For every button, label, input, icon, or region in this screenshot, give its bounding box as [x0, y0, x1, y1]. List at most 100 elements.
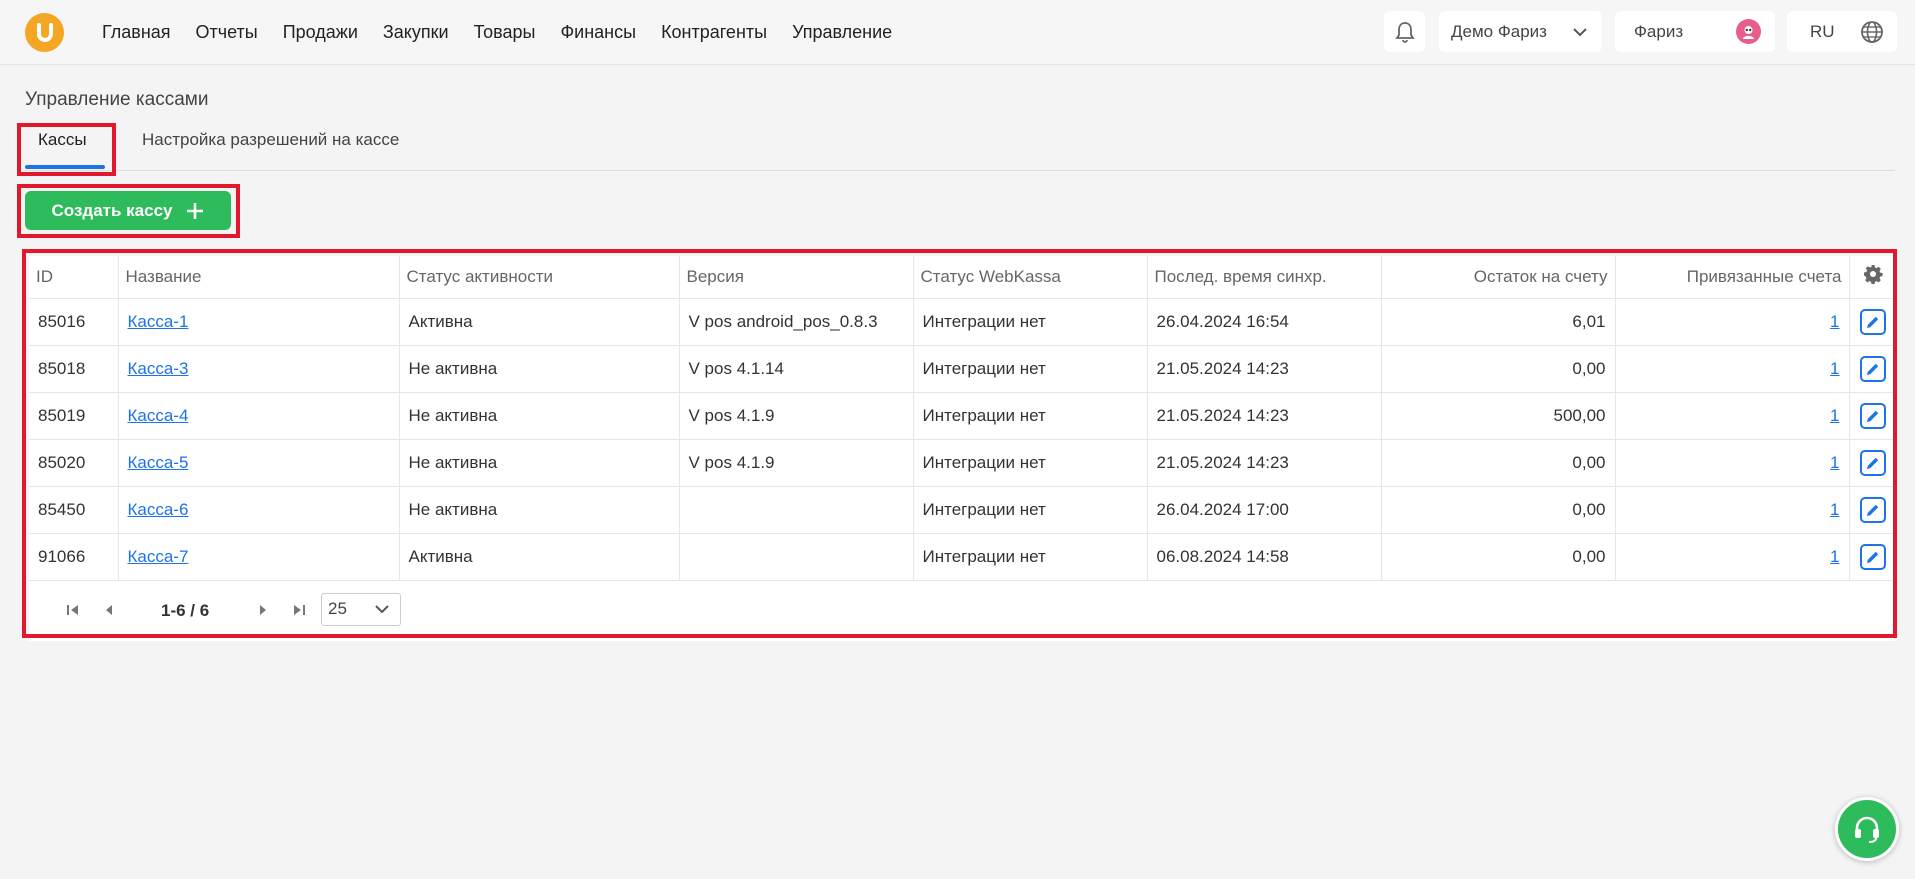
nav-contractors[interactable]: Контрагенты: [661, 22, 767, 43]
create-register-label: Создать кассу: [51, 200, 173, 220]
next-page-icon[interactable]: [257, 603, 269, 622]
nav-home[interactable]: Главная: [102, 22, 171, 43]
edit-button[interactable]: [1860, 543, 1887, 570]
tab-registers[interactable]: Кассы: [38, 130, 87, 150]
main-nav: Главная Отчеты Продажи Закупки Товары Фи…: [102, 0, 917, 65]
register-link[interactable]: Касса-5: [128, 453, 189, 472]
page-size-value: 25: [328, 599, 347, 618]
accounts-link[interactable]: 1: [1830, 547, 1839, 566]
col-header-name[interactable]: Название: [118, 256, 400, 299]
table-row[interactable]: 85018 Касса-3 Не активна V pos 4.1.14 Ин…: [29, 345, 1897, 393]
cell-active: Не активна: [399, 486, 680, 534]
col-header-balance[interactable]: Остаток на счету: [1381, 256, 1616, 299]
col-header-webkassa[interactable]: Статус WebKassa: [913, 256, 1148, 299]
company-selector[interactable]: Демо Фариз: [1439, 11, 1602, 52]
col-header-id[interactable]: ID: [29, 256, 119, 299]
cell-version: V pos 4.1.14: [679, 345, 914, 393]
tab-register-permissions[interactable]: Настройка разрешений на кассе: [142, 130, 399, 150]
accounts-link[interactable]: 1: [1830, 359, 1839, 378]
cell-accounts: 1: [1615, 486, 1850, 534]
accounts-link[interactable]: 1: [1830, 453, 1839, 472]
col-header-version[interactable]: Версия: [679, 256, 914, 299]
cell-accounts: 1: [1615, 392, 1850, 440]
edit-button[interactable]: [1860, 355, 1887, 382]
col-header-accounts[interactable]: Привязанные счета: [1615, 256, 1850, 299]
table-row[interactable]: 91066 Касса-7 Активна Интеграции нет 06.…: [29, 533, 1897, 581]
cell-sync: 21.05.2024 14:23: [1147, 392, 1382, 440]
accounts-link[interactable]: 1: [1830, 500, 1839, 519]
edit-button[interactable]: [1860, 402, 1887, 429]
create-register-button[interactable]: Создать кассу: [25, 191, 231, 230]
cell-webkassa: Интеграции нет: [913, 298, 1148, 346]
cell-sync: 26.04.2024 16:54: [1147, 298, 1382, 346]
first-page-icon[interactable]: [65, 603, 81, 622]
cell-active: Не активна: [399, 345, 680, 393]
active-tab-indicator: [25, 165, 105, 169]
col-header-sync[interactable]: Послед. время синхр.: [1147, 256, 1382, 299]
edit-button[interactable]: [1860, 308, 1887, 335]
cell-active: Активна: [399, 533, 680, 581]
edit-button[interactable]: [1860, 496, 1887, 523]
register-link[interactable]: Касса-6: [128, 500, 189, 519]
accounts-link[interactable]: 1: [1830, 406, 1839, 425]
page-info: 1-6 / 6: [161, 600, 210, 620]
chevron-down-icon: [1573, 27, 1587, 36]
pencil-icon: [1867, 504, 1879, 516]
cell-balance: 500,00: [1381, 392, 1616, 440]
edit-button[interactable]: [1860, 449, 1887, 476]
notifications-button[interactable]: [1384, 11, 1425, 52]
pencil-icon: [1867, 316, 1879, 328]
app-logo[interactable]: [25, 13, 64, 52]
chevron-down-icon: [375, 605, 389, 614]
cell-edit: [1849, 345, 1897, 393]
user-menu[interactable]: Фариз: [1615, 11, 1775, 52]
cell-edit: [1849, 298, 1897, 346]
nav-reports[interactable]: Отчеты: [196, 22, 258, 43]
pencil-icon: [1867, 457, 1879, 469]
last-page-icon[interactable]: [291, 603, 307, 622]
column-settings-button[interactable]: [1849, 256, 1897, 299]
cell-version: V pos 4.1.9: [679, 392, 914, 440]
cell-webkassa: Интеграции нет: [913, 533, 1148, 581]
cell-edit: [1849, 439, 1897, 487]
table-row[interactable]: 85020 Касса-5 Не активна V pos 4.1.9 Инт…: [29, 439, 1897, 487]
cell-webkassa: Интеграции нет: [913, 345, 1148, 393]
cell-webkassa: Интеграции нет: [913, 392, 1148, 440]
page-size-select[interactable]: 25: [321, 592, 401, 626]
cell-active: Не активна: [399, 392, 680, 440]
cell-balance: 6,01: [1381, 298, 1616, 346]
cell-accounts: 1: [1615, 439, 1850, 487]
cell-balance: 0,00: [1381, 439, 1616, 487]
table-row[interactable]: 85019 Касса-4 Не активна V pos 4.1.9 Инт…: [29, 392, 1897, 440]
prev-page-icon[interactable]: [103, 603, 115, 622]
logo-icon: [36, 22, 53, 42]
register-link[interactable]: Касса-1: [128, 312, 189, 331]
headset-icon: [1855, 816, 1879, 843]
bell-icon: [1394, 21, 1415, 43]
table-row[interactable]: 85450 Касса-6 Не активна Интеграции нет …: [29, 486, 1897, 534]
nav-purchases[interactable]: Закупки: [383, 22, 449, 43]
cell-version: [679, 486, 914, 534]
cell-sync: 26.04.2024 17:00: [1147, 486, 1382, 534]
col-header-active[interactable]: Статус активности: [399, 256, 680, 299]
language-selector[interactable]: RU: [1787, 11, 1897, 52]
register-link[interactable]: Касса-3: [128, 359, 189, 378]
register-link[interactable]: Касса-7: [128, 547, 189, 566]
accounts-link[interactable]: 1: [1830, 312, 1839, 331]
cell-edit: [1849, 486, 1897, 534]
page-title: Управление кассами: [25, 89, 209, 110]
cell-name: Касса-4: [118, 392, 400, 440]
nav-finance[interactable]: Финансы: [560, 22, 636, 43]
avatar: [1736, 19, 1761, 44]
cell-name: Касса-5: [118, 439, 400, 487]
cell-edit: [1849, 392, 1897, 440]
cell-id: 91066: [29, 533, 119, 581]
support-chat-button[interactable]: [1835, 797, 1899, 861]
globe-icon: [1861, 20, 1883, 43]
nav-products[interactable]: Товары: [474, 22, 536, 43]
nav-management[interactable]: Управление: [792, 22, 892, 43]
table-row[interactable]: 85016 Касса-1 Активна V pos android_pos_…: [29, 298, 1897, 346]
register-link[interactable]: Касса-4: [128, 406, 189, 425]
cell-id: 85450: [29, 486, 119, 534]
nav-sales[interactable]: Продажи: [283, 22, 358, 43]
